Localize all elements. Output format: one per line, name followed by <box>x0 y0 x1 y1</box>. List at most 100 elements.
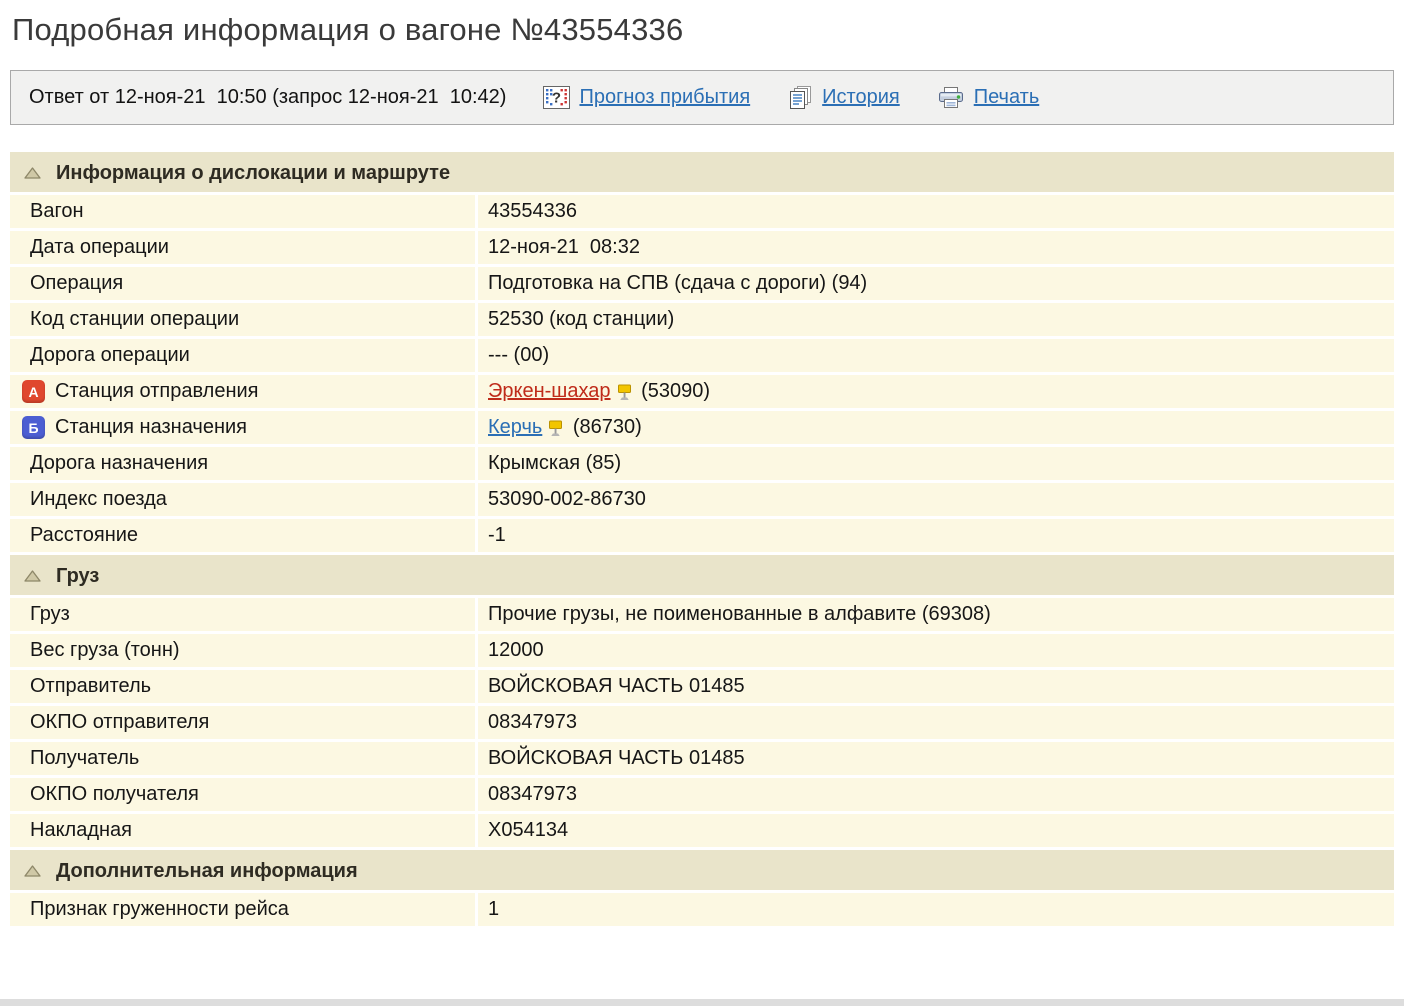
section-title: Груз <box>56 565 99 588</box>
row-label: ОКПО получателя <box>10 778 478 811</box>
row-value: Керчь (86730) <box>478 411 1394 444</box>
bottom-edge <box>0 999 1404 1006</box>
row-value: 52530 (код станции) <box>478 303 1394 336</box>
row-label-text: Дата операции <box>30 236 169 259</box>
table-row: Вагон43554336 <box>10 195 1394 231</box>
row-label-text: Вагон <box>30 200 84 223</box>
row-label-text: Вес груза (тонн) <box>30 639 180 662</box>
print-link-label: Печать <box>974 86 1040 109</box>
table-row: Признак груженности рейса 1 <box>10 893 1394 929</box>
station-link[interactable]: Эркен-шахар <box>488 380 611 403</box>
history-pages-icon <box>787 85 813 110</box>
row-label: Код станции операции <box>10 303 478 336</box>
row-label-text: Груз <box>30 603 70 626</box>
table-row: Дорога операции--- (00) <box>10 339 1394 375</box>
row-value: 12000 <box>478 634 1394 667</box>
page-title: Подробная информация о вагоне №43554336 <box>12 12 1394 48</box>
row-label-text: Накладная <box>30 819 132 842</box>
row-value: 12-ноя-21 08:32 <box>478 231 1394 264</box>
row-label: Дата операции <box>10 231 478 264</box>
table-row: Отправитель ВОЙСКОВАЯ ЧАСТЬ 01485 <box>10 670 1394 706</box>
row-label: Расстояние <box>10 519 478 552</box>
row-label-text: Дорога назначения <box>30 452 208 475</box>
marker-b-icon: Б <box>22 416 45 439</box>
row-label-text: Признак груженности рейса <box>30 898 289 921</box>
svg-text:?: ? <box>552 90 561 107</box>
row-value: Эркен-шахар (53090) <box>478 375 1394 408</box>
table-row: ПолучательВОЙСКОВАЯ ЧАСТЬ 01485 <box>10 742 1394 778</box>
row-value: 08347973 <box>478 706 1394 739</box>
row-label: Признак груженности рейса <box>10 893 478 926</box>
forecast-link[interactable]: ? Прогноз прибытия <box>543 86 750 109</box>
row-label-text: Код станции операции <box>30 308 239 331</box>
table-row: А Станция отправления Эркен-шахар (53090) <box>10 375 1394 411</box>
row-label: Отправитель <box>10 670 478 703</box>
section-header[interactable]: Груз <box>10 555 1394 598</box>
row-label-text: Станция отправления <box>55 380 259 403</box>
toolbar: Ответ от 12-ноя-21 10:50 (запрос 12-ноя-… <box>10 70 1394 125</box>
row-value: Крымская (85) <box>478 447 1394 480</box>
row-value: 1 <box>478 893 1394 926</box>
row-label: Получатель <box>10 742 478 775</box>
row-label-text: Дорога операции <box>30 344 190 367</box>
row-value: Подготовка на СПВ (сдача с дороги) (94) <box>478 267 1394 300</box>
row-label: БСтанция назначения <box>10 411 478 444</box>
station-flag-icon <box>617 384 632 401</box>
history-link[interactable]: История <box>787 85 900 110</box>
row-label: Накладная <box>10 814 478 847</box>
section-title: Информация о дислокации и маршруте <box>56 162 450 185</box>
wagon-detail-page: Подробная информация о вагоне №43554336 … <box>0 0 1404 929</box>
row-label-text: Операция <box>30 272 123 295</box>
row-label-text: ОКПО получателя <box>30 783 199 806</box>
station-code: (86730) <box>567 416 642 439</box>
section-title: Дополнительная информация <box>56 860 358 883</box>
table-row: Вес груза (тонн) 12000 <box>10 634 1394 670</box>
table-row: Дорога назначения Крымская (85) <box>10 447 1394 483</box>
row-value: -1 <box>478 519 1394 552</box>
table-row: БСтанция назначенияКерчь (86730) <box>10 411 1394 447</box>
row-value: ВОЙСКОВАЯ ЧАСТЬ 01485 <box>478 742 1394 775</box>
row-label: Операция <box>10 267 478 300</box>
row-label: Индекс поезда <box>10 483 478 516</box>
table-row: Груз Прочие грузы, не поименованные в алф… <box>10 598 1394 634</box>
collapse-triangle-icon <box>24 865 41 877</box>
section-header[interactable]: Дополнительная информация <box>10 850 1394 893</box>
collapse-triangle-icon <box>24 167 41 179</box>
row-value: 08347973 <box>478 778 1394 811</box>
marker-a-icon: А <box>22 380 45 403</box>
row-value: X054134 <box>478 814 1394 847</box>
row-label-text: Индекс поезда <box>30 488 167 511</box>
table-row: Дата операции 12-ноя-21 08:32 <box>10 231 1394 267</box>
table-row: ОКПО получателя 08347973 <box>10 778 1394 814</box>
table-row: Индекс поезда 53090-002-86730 <box>10 483 1394 519</box>
print-link[interactable]: Печать <box>937 86 1040 110</box>
row-label-text: ОКПО отправителя <box>30 711 209 734</box>
table-row: Код станции операции 52530 (код станции) <box>10 303 1394 339</box>
section-header[interactable]: Информация о дислокации и маршруте <box>10 152 1394 195</box>
station-link[interactable]: Керчь <box>488 416 542 439</box>
forecast-link-label: Прогноз прибытия <box>579 86 750 109</box>
row-label: Вес груза (тонн) <box>10 634 478 667</box>
printer-icon <box>937 86 965 110</box>
station-code: (53090) <box>636 380 711 403</box>
forecast-calendar-icon: ? <box>543 86 570 109</box>
table-row: Накладная X054134 <box>10 814 1394 850</box>
response-timestamp: Ответ от 12-ноя-21 10:50 (запрос 12-ноя-… <box>29 86 506 109</box>
history-link-label: История <box>822 86 900 109</box>
table-row: Расстояние -1 <box>10 519 1394 555</box>
row-label-text: Расстояние <box>30 524 138 547</box>
row-label: ОКПО отправителя <box>10 706 478 739</box>
row-value: Прочие грузы, не поименованные в алфавит… <box>478 598 1394 631</box>
station-flag-icon <box>548 420 563 437</box>
table-row: Операция Подготовка на СПВ (сдача с дорог… <box>10 267 1394 303</box>
wagon-table: Информация о дислокации и маршруте Вагон4… <box>10 152 1394 929</box>
row-value: ВОЙСКОВАЯ ЧАСТЬ 01485 <box>478 670 1394 703</box>
collapse-triangle-icon <box>24 570 41 582</box>
row-label-text: Отправитель <box>30 675 151 698</box>
row-label: Дорога операции <box>10 339 478 372</box>
table-row: ОКПО отправителя 08347973 <box>10 706 1394 742</box>
row-label: Вагон <box>10 195 478 228</box>
row-label: Дорога назначения <box>10 447 478 480</box>
row-label: Груз <box>10 598 478 631</box>
row-value: 53090-002-86730 <box>478 483 1394 516</box>
